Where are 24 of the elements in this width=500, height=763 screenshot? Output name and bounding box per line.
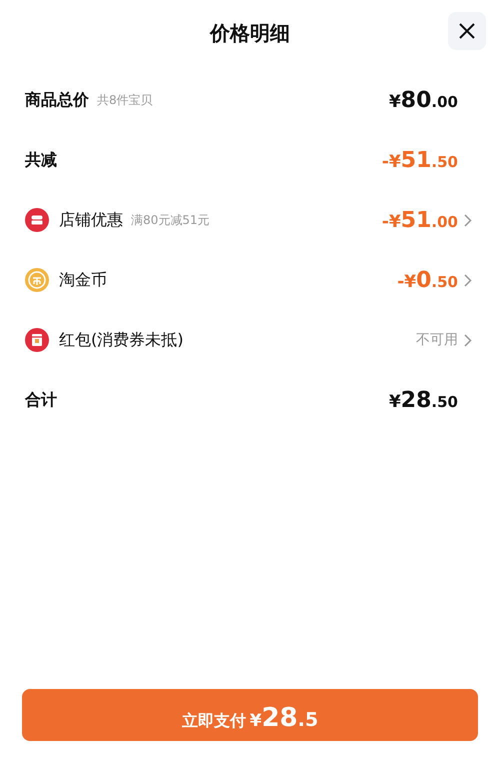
price: -¥51.50 — [382, 146, 458, 174]
row-label: 共减 — [25, 149, 57, 171]
row-note: 满80元减51元 — [131, 212, 210, 229]
price: -¥0.50 — [397, 266, 458, 294]
chevron-right-icon — [464, 274, 472, 286]
row-label: 合计 — [25, 389, 57, 411]
row-note: 共8件宝贝 — [97, 92, 153, 109]
row-label: 店铺优惠 — [59, 209, 123, 231]
envelope-icon — [25, 328, 49, 352]
pay-now-button[interactable]: 立即支付 ¥28.5 — [22, 689, 478, 741]
row-label: 商品总价 — [25, 89, 89, 111]
store-icon — [25, 208, 49, 232]
chevron-right-icon — [464, 334, 472, 346]
coin-icon — [25, 268, 49, 292]
close-icon — [458, 22, 476, 40]
close-button[interactable] — [448, 12, 486, 50]
row-label: 红包(消费券未抵) — [59, 329, 184, 351]
price: ¥80.00 — [388, 86, 458, 114]
price: ¥28.50 — [388, 386, 458, 414]
price: -¥51.00 — [382, 206, 458, 234]
dialog-title: 价格明细 — [210, 20, 290, 47]
row-label: 淘金币 — [59, 269, 107, 291]
chevron-right-icon — [464, 214, 472, 226]
status-text: 不可用 — [416, 330, 458, 350]
